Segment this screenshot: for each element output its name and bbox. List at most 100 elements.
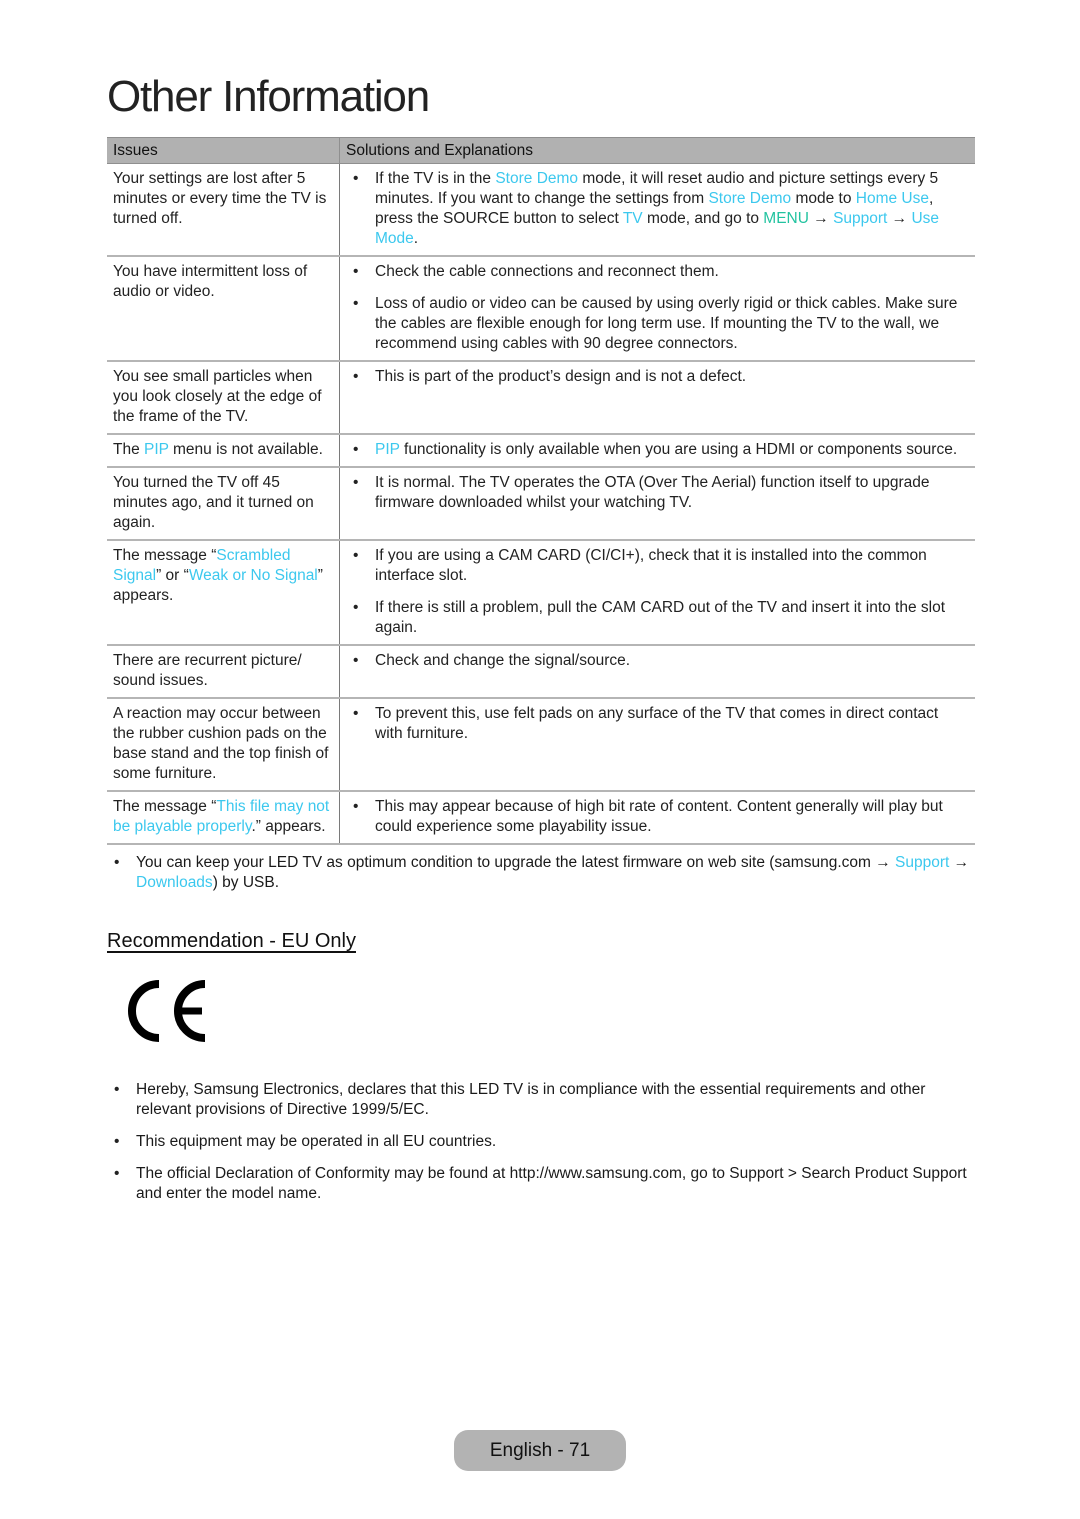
issue-cell: The message “This file may not be playab… bbox=[107, 791, 340, 845]
solution-item: To prevent this, use felt pads on any su… bbox=[340, 704, 969, 744]
text-run: mode, and go to bbox=[642, 210, 764, 227]
note-item: You can keep your LED TV as optimum cond… bbox=[107, 853, 975, 893]
eu-compliance-item: Hereby, Samsung Electronics, declares th… bbox=[107, 1080, 975, 1120]
solution-list: It is normal. The TV operates the OTA (O… bbox=[340, 473, 969, 513]
table-header-row: Issues Solutions and Explanations bbox=[107, 137, 975, 164]
firmware-note: You can keep your LED TV as optimum cond… bbox=[107, 853, 975, 893]
highlighted-term: MENU bbox=[763, 210, 809, 227]
text-run: Loss of audio or video can be caused by … bbox=[375, 295, 958, 352]
solution-item: This may appear because of high bit rate… bbox=[340, 797, 969, 837]
solution-list: This is part of the product’s design and… bbox=[340, 367, 969, 387]
highlighted-term: Support bbox=[895, 854, 950, 871]
table-row: The PIP menu is not available.PIP functi… bbox=[107, 434, 975, 468]
highlighted-term: Support bbox=[833, 210, 888, 227]
issue-cell: You have intermittent loss of audio or v… bbox=[107, 256, 340, 362]
eu-compliance-item: This equipment may be operated in all EU… bbox=[107, 1132, 975, 1152]
text-run: The message “ bbox=[113, 798, 217, 815]
solution-item: If you are using a CAM CARD (CI/CI+), ch… bbox=[340, 546, 969, 586]
highlighted-term: Weak or No Signal bbox=[188, 567, 318, 584]
text-run: → bbox=[887, 210, 912, 227]
solution-cell: This is part of the product’s design and… bbox=[339, 361, 975, 435]
solution-list: Check and change the signal/source. bbox=[340, 651, 969, 671]
text-run: Check and change the signal/source. bbox=[375, 652, 631, 669]
solution-list: To prevent this, use felt pads on any su… bbox=[340, 704, 969, 744]
ce-mark-c bbox=[128, 980, 160, 1042]
table-row: You turned the TV off 45 minutes ago, an… bbox=[107, 467, 975, 541]
text-run: mode to bbox=[791, 190, 856, 207]
solution-item: PIP functionality is only available when… bbox=[340, 440, 969, 460]
text-run: functionality is only available when you… bbox=[399, 441, 958, 458]
ce-mark-icon bbox=[128, 980, 206, 1042]
highlighted-term: PIP bbox=[375, 441, 400, 458]
text-run: The bbox=[113, 441, 145, 458]
table-row: A reaction may occur between the rubber … bbox=[107, 698, 975, 792]
troubleshooting-table: Issues Solutions and Explanations Your s… bbox=[107, 137, 975, 845]
text-run: This is part of the product’s design and… bbox=[375, 368, 747, 385]
table-row: You have intermittent loss of audio or v… bbox=[107, 256, 975, 362]
text-run: It is normal. The TV operates the OTA (O… bbox=[375, 474, 930, 511]
solution-item: Check the cable connections and reconnec… bbox=[340, 262, 969, 282]
text-run: This may appear because of high bit rate… bbox=[375, 798, 943, 835]
text-run: You can keep your LED TV as optimum cond… bbox=[136, 854, 896, 871]
text-run: If you are using a CAM CARD (CI/CI+), ch… bbox=[375, 547, 927, 584]
solution-item: It is normal. The TV operates the OTA (O… bbox=[340, 473, 969, 513]
highlighted-term: PIP bbox=[144, 441, 169, 458]
text-run: .” appears. bbox=[251, 818, 326, 835]
text-run: → bbox=[949, 854, 970, 871]
issue-cell: There are recurrent picture/ sound issue… bbox=[107, 645, 340, 699]
table-body: Your settings are lost after 5 minutes o… bbox=[107, 163, 975, 845]
solution-item: This is part of the product’s design and… bbox=[340, 367, 969, 387]
highlighted-term: Store Demo bbox=[708, 190, 792, 207]
solution-list: PIP functionality is only available when… bbox=[340, 440, 969, 460]
text-run: You turned the TV off 45 minutes ago, an… bbox=[113, 474, 314, 531]
text-run: There are recurrent picture/ sound issue… bbox=[113, 652, 302, 689]
highlighted-term: TV bbox=[622, 210, 643, 227]
table-row: You see small particles when you look cl… bbox=[107, 361, 975, 435]
solution-item: Check and change the signal/source. bbox=[340, 651, 969, 671]
solution-cell: Check the cable connections and reconnec… bbox=[339, 256, 975, 362]
solution-list: If the TV is in the Store Demo mode, it … bbox=[340, 169, 969, 249]
issue-cell: Your settings are lost after 5 minutes o… bbox=[107, 163, 340, 257]
highlighted-term: Downloads bbox=[136, 874, 213, 891]
table-row: The message “Scrambled Signal” or “Weak … bbox=[107, 540, 975, 646]
text-run: ) by USB. bbox=[212, 874, 280, 891]
text-run: ” or “ bbox=[156, 567, 189, 584]
column-header-solutions: Solutions and Explanations bbox=[339, 137, 975, 164]
page-number-badge: English - 71 bbox=[454, 1430, 626, 1471]
table-row: Your settings are lost after 5 minutes o… bbox=[107, 163, 975, 257]
table-row: There are recurrent picture/ sound issue… bbox=[107, 645, 975, 699]
column-header-issues: Issues bbox=[107, 137, 340, 164]
text-run: menu is not available. bbox=[168, 441, 323, 458]
solution-item: If the TV is in the Store Demo mode, it … bbox=[340, 169, 969, 249]
highlighted-term: Store Demo bbox=[495, 170, 579, 187]
highlighted-term: Home Use bbox=[855, 190, 929, 207]
text-run: To prevent this, use felt pads on any su… bbox=[375, 705, 939, 742]
solution-list: This may appear because of high bit rate… bbox=[340, 797, 969, 837]
solution-cell: If the TV is in the Store Demo mode, it … bbox=[339, 163, 975, 257]
solution-cell: This may appear because of high bit rate… bbox=[339, 791, 975, 845]
issue-cell: The PIP menu is not available. bbox=[107, 434, 340, 468]
issue-cell: A reaction may occur between the rubber … bbox=[107, 698, 340, 792]
solution-cell: If you are using a CAM CARD (CI/CI+), ch… bbox=[339, 540, 975, 646]
text-run: You have intermittent loss of audio or v… bbox=[113, 263, 308, 300]
solution-list: If you are using a CAM CARD (CI/CI+), ch… bbox=[340, 546, 969, 638]
text-run: Your settings are lost after 5 minutes o… bbox=[113, 170, 327, 227]
text-run: The message “ bbox=[113, 547, 217, 564]
eu-compliance-list: Hereby, Samsung Electronics, declares th… bbox=[107, 1080, 975, 1204]
issue-cell: The message “Scrambled Signal” or “Weak … bbox=[107, 540, 340, 646]
solution-cell: To prevent this, use felt pads on any su… bbox=[339, 698, 975, 792]
issue-cell: You turned the TV off 45 minutes ago, an… bbox=[107, 467, 340, 541]
solution-cell: PIP functionality is only available when… bbox=[339, 434, 975, 468]
solution-item: If there is still a problem, pull the CA… bbox=[340, 598, 969, 638]
table-row: The message “This file may not be playab… bbox=[107, 791, 975, 845]
text-run: A reaction may occur between the rubber … bbox=[113, 705, 329, 782]
solution-list: Check the cable connections and reconnec… bbox=[340, 262, 969, 354]
text-run: → bbox=[808, 210, 834, 227]
eu-compliance-item: The official Declaration of Conformity m… bbox=[107, 1164, 975, 1204]
page-title: Other Information bbox=[107, 72, 430, 121]
section-heading-eu: Recommendation - EU Only bbox=[107, 930, 356, 952]
text-run: . bbox=[413, 230, 419, 247]
text-run: If the TV is in the bbox=[375, 170, 496, 187]
solution-cell: It is normal. The TV operates the OTA (O… bbox=[339, 467, 975, 541]
text-run: You see small particles when you look cl… bbox=[113, 368, 322, 425]
